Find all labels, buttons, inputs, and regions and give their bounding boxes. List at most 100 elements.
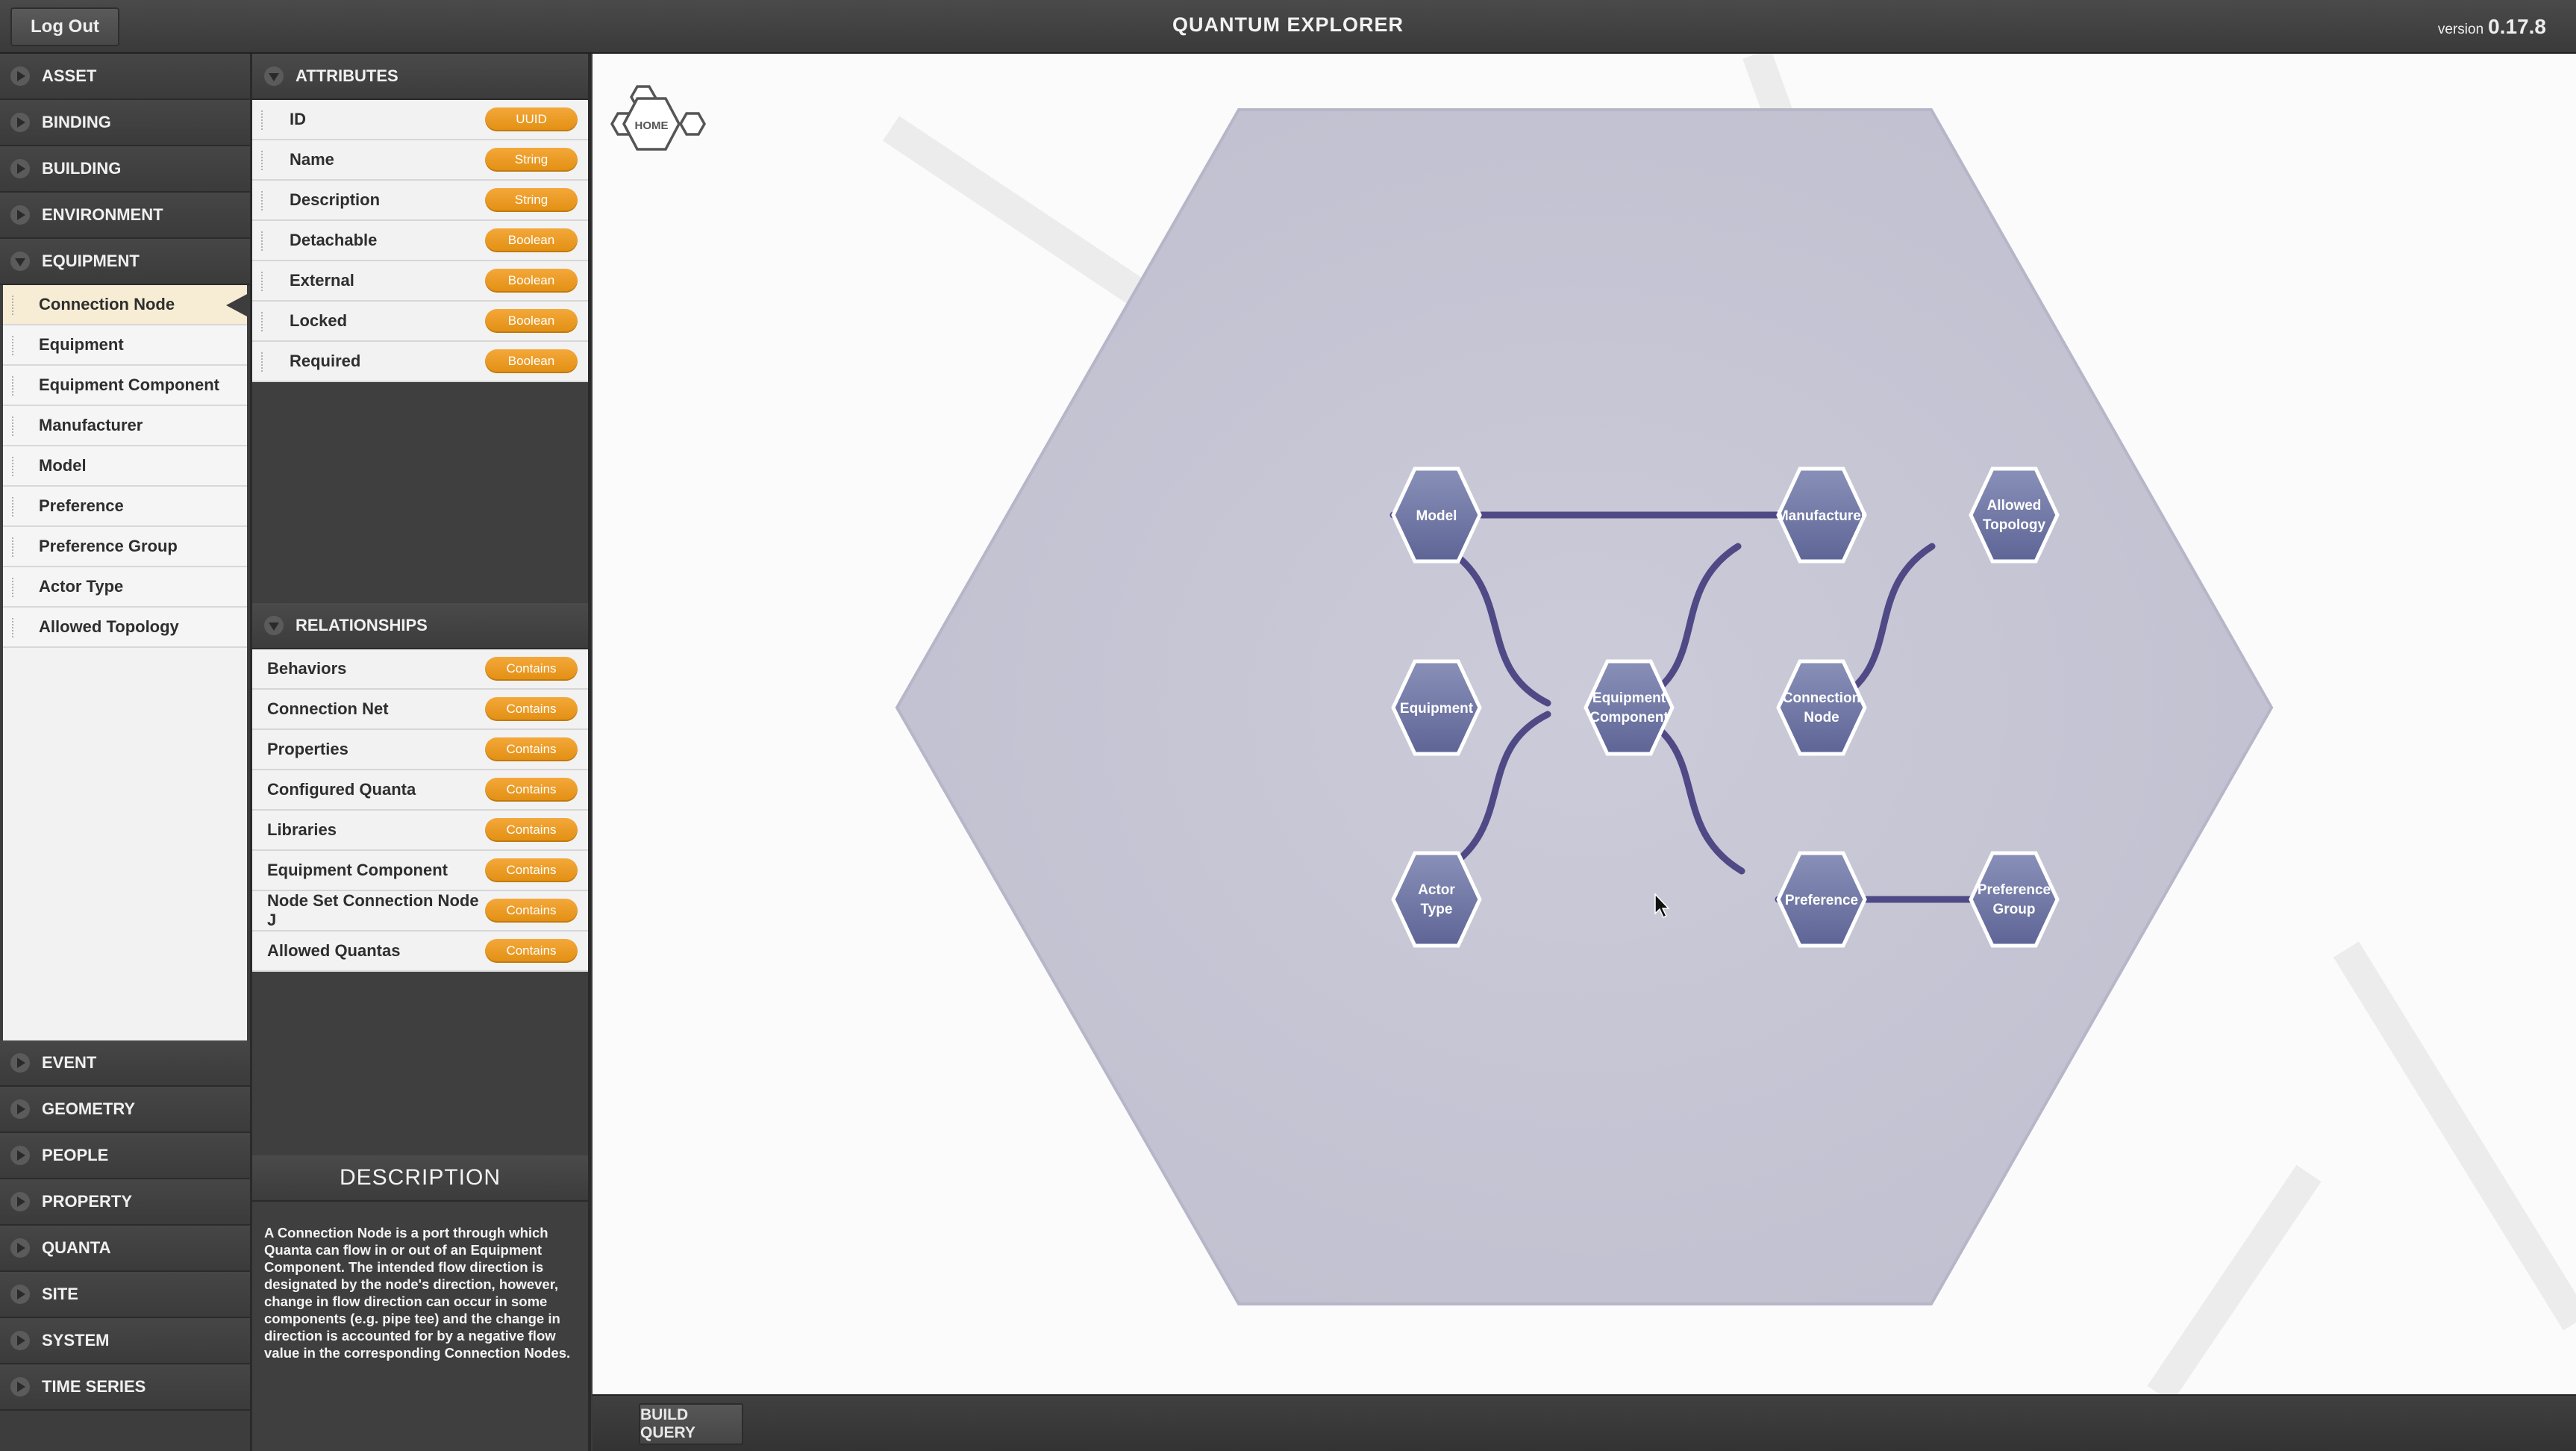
- relationship-name: Behaviors: [267, 659, 347, 678]
- attribute-row[interactable]: Required Boolean: [252, 342, 588, 382]
- equipment-item-actor-type[interactable]: Actor Type: [3, 567, 247, 608]
- category-people[interactable]: PEOPLE: [0, 1133, 250, 1179]
- category-environment[interactable]: ENVIRONMENT: [0, 193, 250, 239]
- relationship-row[interactable]: Node Set Connection Node J Contains: [252, 891, 588, 932]
- item-label: Allowed Topology: [39, 617, 179, 636]
- attribute-row[interactable]: ID UUID: [252, 100, 588, 140]
- attribute-name: Required: [290, 352, 361, 370]
- category-label: BINDING: [42, 113, 111, 131]
- attribute-row[interactable]: Name String: [252, 140, 588, 181]
- equipment-item-preference-group[interactable]: Preference Group: [3, 527, 247, 567]
- drag-handle-icon[interactable]: [12, 578, 16, 597]
- attribute-row[interactable]: External Boolean: [252, 261, 588, 302]
- drag-handle-icon[interactable]: [261, 151, 266, 170]
- node-label: Equipment: [1592, 690, 1666, 706]
- category-label: BUILDING: [42, 159, 122, 178]
- relationship-row[interactable]: Allowed Quantas Contains: [252, 932, 588, 972]
- attribute-name: Locked: [290, 311, 348, 330]
- relationship-row[interactable]: Configured Quanta Contains: [252, 770, 588, 811]
- contains-badge: Contains: [485, 858, 578, 882]
- equipment-item-manufacturer[interactable]: Manufacturer: [3, 406, 247, 446]
- attribute-row[interactable]: Detachable Boolean: [252, 221, 588, 261]
- category-time-series[interactable]: TIME SERIES: [0, 1364, 250, 1411]
- relationships-heading: RELATIONSHIPS: [296, 616, 428, 634]
- attribute-name: ID: [290, 110, 306, 128]
- collapse-arrow-icon: [10, 252, 30, 271]
- equipment-item-equipment-component[interactable]: Equipment Component: [3, 366, 247, 406]
- drag-handle-icon[interactable]: [261, 352, 266, 372]
- drag-handle-icon[interactable]: [261, 110, 266, 130]
- relationship-row[interactable]: Equipment Component Contains: [252, 851, 588, 891]
- contains-badge: Contains: [485, 778, 578, 802]
- drag-handle-icon[interactable]: [12, 296, 16, 315]
- category-system[interactable]: SYSTEM: [0, 1318, 250, 1364]
- relationship-name: Configured Quanta: [267, 780, 416, 799]
- type-badge: Boolean: [485, 228, 578, 252]
- equipment-item-allowed-topology[interactable]: Allowed Topology: [3, 608, 247, 648]
- category-property[interactable]: PROPERTY: [0, 1179, 250, 1226]
- relationship-name: Properties: [267, 740, 348, 758]
- drag-handle-icon[interactable]: [12, 376, 16, 396]
- contains-badge: Contains: [485, 818, 578, 842]
- relationship-row[interactable]: Connection Net Contains: [252, 690, 588, 730]
- node-label: Group: [1993, 902, 2036, 917]
- attributes-empty-space: [252, 382, 588, 603]
- drag-handle-icon[interactable]: [12, 618, 16, 637]
- expand-arrow-icon: [10, 1192, 30, 1211]
- equipment-item-connection-node[interactable]: Connection Node: [3, 285, 247, 325]
- expand-arrow-icon: [10, 113, 30, 132]
- graph-canvas[interactable]: Model Manufacturer Allowed Topology Equi…: [593, 54, 2576, 1394]
- equipment-item-list: Connection Node Equipment Equipment Comp…: [3, 285, 247, 1040]
- node-label: Type: [1421, 902, 1453, 917]
- drag-handle-icon[interactable]: [261, 191, 266, 210]
- item-label: Equipment: [39, 335, 124, 354]
- category-geometry[interactable]: GEOMETRY: [0, 1087, 250, 1133]
- category-building[interactable]: BUILDING: [0, 146, 250, 193]
- relationships-header[interactable]: RELATIONSHIPS: [252, 603, 588, 649]
- relationship-name: Connection Net: [267, 699, 389, 718]
- item-label: Manufacturer: [39, 416, 143, 434]
- node-label: Actor: [1418, 882, 1455, 898]
- contains-badge: Contains: [485, 657, 578, 681]
- drag-handle-icon[interactable]: [12, 336, 16, 355]
- node-label: Component: [1589, 710, 1669, 726]
- app-title: QUANTUM EXPLORER: [1172, 13, 1404, 36]
- relationships-empty-space: [252, 972, 588, 1155]
- category-event[interactable]: EVENT: [0, 1040, 250, 1087]
- category-site[interactable]: SITE: [0, 1272, 250, 1318]
- equipment-item-equipment[interactable]: Equipment: [3, 325, 247, 366]
- drag-handle-icon[interactable]: [261, 272, 266, 291]
- category-asset[interactable]: ASSET: [0, 54, 250, 100]
- drag-handle-icon[interactable]: [261, 312, 266, 331]
- expand-arrow-icon: [10, 159, 30, 178]
- relationship-row[interactable]: Behaviors Contains: [252, 649, 588, 690]
- build-query-button[interactable]: BUILD QUERY: [639, 1403, 743, 1445]
- collapse-arrow-icon: [264, 66, 284, 86]
- attribute-row[interactable]: Locked Boolean: [252, 302, 588, 342]
- expand-arrow-icon: [10, 205, 30, 225]
- home-button[interactable]: HOME: [610, 85, 707, 151]
- attribute-name: Description: [290, 190, 381, 209]
- expand-arrow-icon: [10, 1238, 30, 1258]
- relationship-row[interactable]: Properties Contains: [252, 730, 588, 770]
- expand-arrow-icon: [10, 1331, 30, 1350]
- category-quanta[interactable]: QUANTA: [0, 1226, 250, 1272]
- category-equipment[interactable]: EQUIPMENT: [0, 239, 250, 285]
- equipment-item-preference[interactable]: Preference: [3, 487, 247, 527]
- expand-arrow-icon: [10, 1146, 30, 1165]
- drag-handle-icon[interactable]: [261, 231, 266, 251]
- drag-handle-icon[interactable]: [12, 537, 16, 557]
- category-label: GEOMETRY: [42, 1099, 136, 1118]
- equipment-item-model[interactable]: Model: [3, 446, 247, 487]
- item-label: Model: [39, 456, 87, 475]
- drag-handle-icon[interactable]: [12, 457, 16, 476]
- category-sidebar: ASSET BINDING BUILDING ENVIRONMENT EQUIP…: [0, 54, 252, 1451]
- attributes-header[interactable]: ATTRIBUTES: [252, 54, 588, 100]
- relationship-row[interactable]: Libraries Contains: [252, 811, 588, 851]
- drag-handle-icon[interactable]: [12, 416, 16, 436]
- category-binding[interactable]: BINDING: [0, 100, 250, 146]
- attribute-row[interactable]: Description String: [252, 181, 588, 221]
- attribute-name: Name: [290, 150, 334, 169]
- drag-handle-icon[interactable]: [12, 497, 16, 517]
- expand-arrow-icon: [10, 66, 30, 86]
